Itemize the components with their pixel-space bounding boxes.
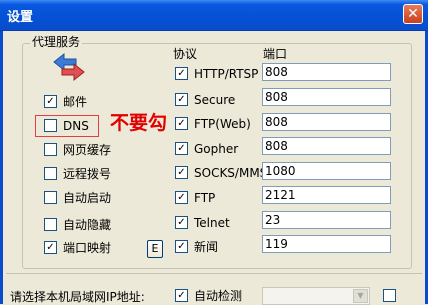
extra-checkbox[interactable] — [383, 289, 396, 302]
protocol-telnet-checkbox[interactable] — [175, 216, 188, 229]
port-column-header: 端口 — [263, 47, 288, 61]
protocol-ftp-web-checkbox[interactable] — [175, 117, 188, 130]
protocol-option-ftp[interactable]: FTP — [175, 189, 215, 207]
port-input-gopher[interactable]: 808 — [262, 137, 391, 155]
protocol-column-header: 协议 — [173, 47, 198, 61]
separator — [6, 273, 422, 274]
annotation-highlight-box — [35, 115, 99, 137]
protocol-option-ftp-web[interactable]: FTP(Web) — [175, 115, 251, 133]
annotation-text: 不要勾 — [110, 112, 168, 134]
chevron-down-icon[interactable]: ▼ — [353, 289, 368, 303]
port-input-socks-mms[interactable]: 1080 — [262, 162, 391, 180]
title-bar: 设置 ✕ — [0, 0, 428, 31]
protocol-socks-mms-checkbox[interactable] — [175, 166, 188, 179]
service-option-web-cache[interactable]: 网页缓存 — [44, 141, 111, 159]
port-input-http-rtsp[interactable]: 808 — [262, 63, 391, 81]
service-auto-hide-checkbox[interactable] — [44, 218, 57, 231]
service-option-remote-dial[interactable]: 远程拨号 — [44, 165, 111, 183]
service-web-cache-checkbox[interactable] — [44, 143, 57, 156]
service-option-mail[interactable]: 邮件 — [44, 93, 87, 111]
lan-ip-select[interactable]: ▼ — [262, 287, 370, 305]
service-port-mapping-checkbox[interactable] — [44, 241, 57, 254]
service-remote-dial-checkbox[interactable] — [44, 167, 57, 180]
close-button[interactable]: ✕ — [403, 4, 423, 24]
group-title: 代理服务 — [30, 33, 83, 50]
service-auto-start-checkbox[interactable] — [44, 191, 57, 204]
protocol-option-socks-mms[interactable]: SOCKS/MMS — [175, 164, 267, 182]
service-option-auto-hide[interactable]: 自动隐藏 — [44, 216, 111, 234]
protocol-option-news[interactable]: 新闻 — [175, 238, 218, 256]
port-input-telnet[interactable]: 23 — [262, 211, 391, 229]
service-option-auto-start[interactable]: 自动启动 — [44, 189, 111, 207]
protocol-gopher-checkbox[interactable] — [175, 142, 188, 155]
lan-ip-label: 请选择本机局域网IP地址: — [10, 290, 145, 304]
port-input-secure[interactable]: 808 — [262, 88, 391, 106]
port-mapping-edit-button[interactable]: E — [147, 240, 163, 258]
protocol-option-secure[interactable]: Secure — [175, 91, 235, 109]
window-title: 设置 — [7, 10, 34, 25]
protocol-option-telnet[interactable]: Telnet — [175, 214, 230, 232]
service-mail-checkbox[interactable] — [44, 95, 57, 108]
service-option-port-mapping[interactable]: 端口映射 — [44, 239, 111, 257]
protocol-secure-checkbox[interactable] — [175, 93, 188, 106]
port-input-ftp-web[interactable]: 808 — [262, 113, 391, 131]
protocol-ftp-checkbox[interactable] — [175, 191, 188, 204]
port-input-news[interactable]: 119 — [262, 235, 391, 253]
protocol-http-rtsp-checkbox[interactable] — [175, 67, 188, 80]
auto-detect-checkbox[interactable] — [175, 289, 188, 302]
port-input-ftp[interactable]: 2121 — [262, 186, 391, 204]
proxy-arrows-icon — [53, 52, 85, 82]
protocol-option-http-rtsp[interactable]: HTTP/RTSP — [175, 65, 258, 83]
protocol-news-checkbox[interactable] — [175, 240, 188, 253]
auto-detect-option[interactable]: 自动检测 — [175, 287, 242, 305]
close-icon: ✕ — [407, 6, 419, 22]
protocol-option-gopher[interactable]: Gopher — [175, 140, 238, 158]
